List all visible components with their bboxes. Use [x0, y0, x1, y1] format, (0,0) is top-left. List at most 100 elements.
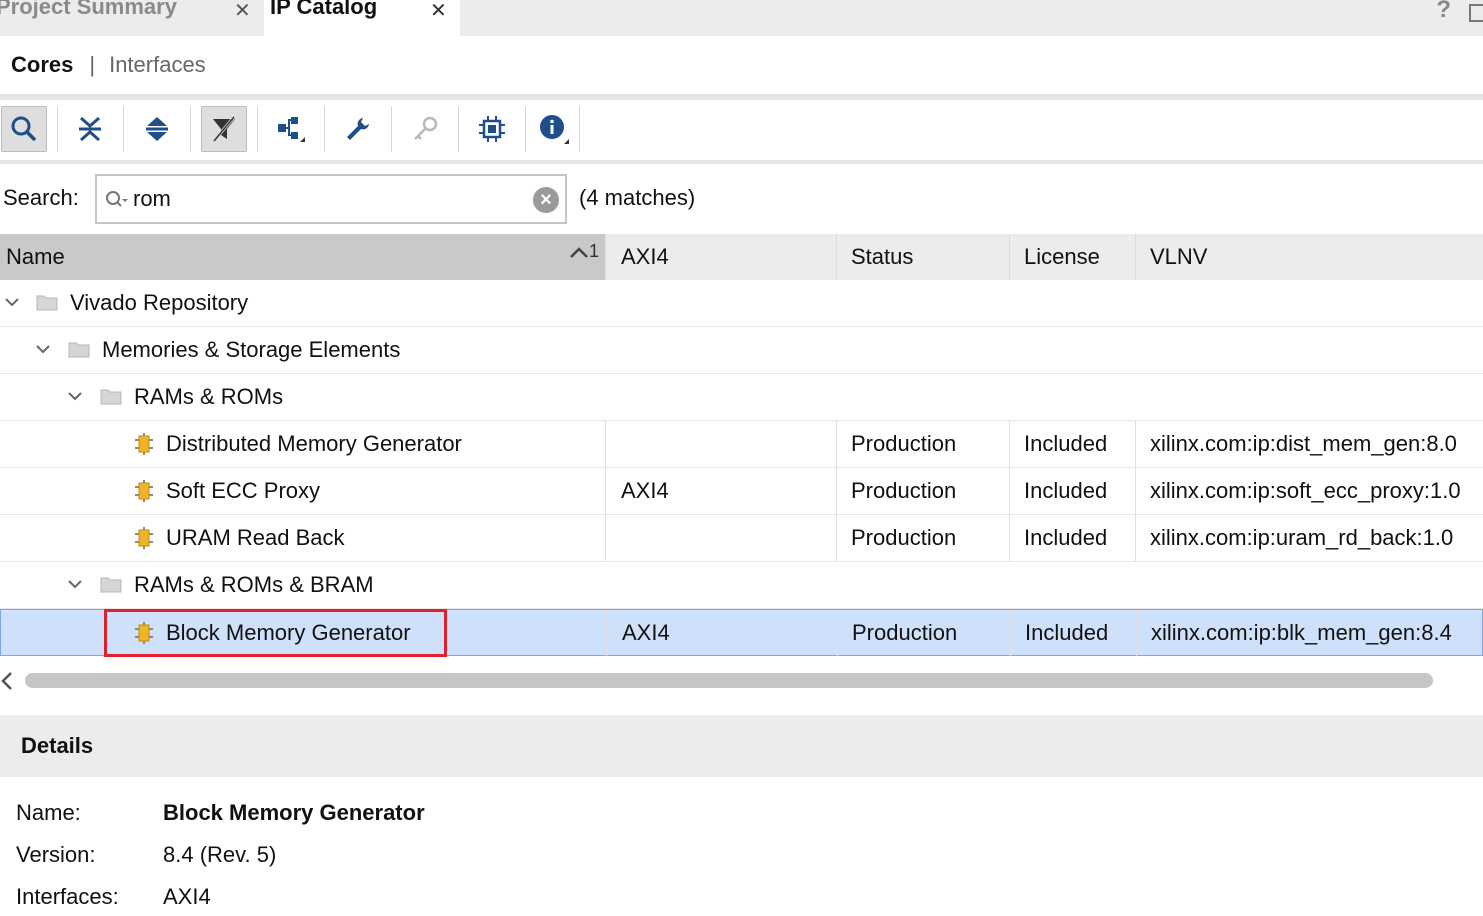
tab-label: IP Catalog — [270, 0, 378, 19]
maximize-icon[interactable] — [1469, 4, 1483, 22]
filter-icon — [212, 116, 236, 142]
name-cell: RAMs & ROMs & BRAM — [0, 562, 606, 608]
separator — [579, 106, 580, 152]
table-row[interactable]: Soft ECC Proxy AXI4 Production Included … — [0, 468, 1483, 515]
chevron-down-icon[interactable] — [67, 576, 83, 592]
search-icon — [11, 116, 37, 142]
folder-icon — [68, 342, 90, 358]
row-name: Memories & Storage Elements — [102, 337, 401, 362]
key-icon — [414, 116, 438, 140]
row-name: Vivado Repository — [70, 290, 249, 315]
hierarchy-icon — [278, 117, 305, 142]
toolbar — [0, 100, 1483, 160]
vlnv-cell: xilinx.com:ip:blk_mem_gen:8.4 — [1151, 620, 1452, 645]
name-cell: Soft ECC Proxy — [0, 468, 606, 514]
hierarchy-button[interactable] — [268, 106, 314, 152]
ip-core-icon — [135, 622, 153, 644]
row-name: URAM Read Back — [166, 525, 345, 550]
tab-separator: | — [89, 52, 96, 77]
table-row[interactable]: Memories & Storage Elements — [0, 327, 1483, 374]
row-name: Soft ECC Proxy — [166, 478, 321, 503]
info-button[interactable] — [531, 106, 577, 152]
clear-search-icon[interactable]: × — [533, 187, 559, 213]
table-row[interactable]: RAMs & ROMs & BRAM — [0, 562, 1483, 609]
row-name: RAMs & ROMs — [134, 384, 284, 409]
separator — [123, 106, 124, 152]
help-icon[interactable]: ? — [1436, 0, 1451, 24]
axi4-cell: AXI4 — [606, 468, 837, 514]
scrollbar-thumb[interactable] — [25, 673, 1433, 688]
table-row-selected[interactable]: Block Memory Generator AXI4 Production I… — [0, 609, 1483, 656]
chip-icon — [479, 116, 505, 142]
wrench-icon — [347, 118, 369, 140]
status-cell: Production — [837, 421, 1010, 467]
filter-button[interactable] — [201, 106, 247, 152]
vlnv-cell: xilinx.com:ip:soft_ecc_proxy:1.0 — [1150, 478, 1461, 503]
table-row[interactable]: Vivado Repository — [0, 280, 1483, 327]
separator — [458, 106, 459, 152]
details-interfaces-label: Interfaces: — [16, 884, 119, 909]
separator — [391, 106, 392, 152]
table-header: Name 1 AXI4 Status License VLNV — [0, 234, 1483, 280]
row-name: RAMs & ROMs & BRAM — [134, 572, 374, 597]
chevron-down-icon[interactable] — [67, 388, 83, 404]
column-header-status[interactable]: Status — [837, 234, 1010, 280]
license-button[interactable] — [402, 106, 448, 152]
details-header: Details — [0, 715, 1483, 777]
axi4-cell — [606, 515, 837, 561]
details-name-label: Name: — [16, 800, 81, 825]
row-name: Block Memory Generator — [166, 620, 411, 645]
ip-settings-button[interactable] — [469, 106, 515, 152]
sort-order: 1 — [588, 241, 599, 261]
column-header-vlnv[interactable]: VLNV — [1136, 234, 1483, 280]
separator — [190, 106, 191, 152]
close-icon[interactable]: ✕ — [430, 0, 447, 23]
editor-tab-strip: Project Summary ✕ IP Catalog ✕ ? — [0, 0, 1483, 36]
details-interfaces-value: AXI4 — [163, 884, 211, 909]
details-name-value: Block Memory Generator — [163, 800, 425, 825]
column-header-axi4[interactable]: AXI4 — [606, 234, 837, 280]
license-cell: Included — [1010, 515, 1136, 561]
search-button[interactable] — [1, 106, 47, 152]
name-cell: URAM Read Back — [0, 515, 606, 561]
tab-ip-catalog[interactable]: IP Catalog ✕ — [264, 0, 460, 36]
column-header-label: Name — [6, 244, 65, 269]
tab-project-summary[interactable]: Project Summary ✕ — [0, 0, 260, 36]
tab-cores[interactable]: Cores — [11, 52, 73, 78]
search-label: Search: — [3, 185, 79, 210]
sort-indicator: 1 — [569, 228, 599, 274]
search-field[interactable]: × — [95, 174, 567, 224]
license-cell: Included — [1010, 421, 1136, 467]
column-header-name[interactable]: Name 1 — [0, 234, 606, 280]
column-header-license[interactable]: License — [1010, 234, 1136, 280]
search-input[interactable] — [133, 184, 523, 214]
separator — [324, 106, 325, 152]
name-cell: Vivado Repository — [0, 280, 606, 326]
chevron-left-icon[interactable] — [0, 670, 14, 692]
table-row[interactable]: RAMs & ROMs — [0, 374, 1483, 421]
details-title: Details — [21, 733, 94, 758]
separator — [525, 106, 526, 152]
expand-all-icon — [146, 117, 168, 141]
match-count: (4 matches) — [579, 185, 696, 210]
chevron-down-icon[interactable] — [4, 294, 20, 310]
table-row[interactable]: URAM Read Back Production Included xilin… — [0, 515, 1483, 562]
license-cell: Included — [1011, 610, 1137, 656]
close-icon[interactable]: ✕ — [234, 0, 251, 23]
table-row[interactable]: Distributed Memory Generator Production … — [0, 421, 1483, 468]
details-version-value: 8.4 (Rev. 5) — [163, 842, 277, 867]
collapse-all-button[interactable] — [67, 106, 113, 152]
license-cell: Included — [1010, 468, 1136, 514]
expand-all-button[interactable] — [134, 106, 180, 152]
separator — [257, 106, 258, 152]
name-cell: Distributed Memory Generator — [0, 421, 606, 467]
tab-interfaces[interactable]: Interfaces — [109, 52, 206, 78]
horizontal-scrollbar[interactable] — [0, 668, 1483, 694]
search-icon — [106, 191, 128, 207]
tab-label: Project Summary — [0, 0, 177, 19]
name-cell: RAMs & ROMs — [0, 374, 606, 420]
search-row: Search: × (4 matches) — [0, 164, 1483, 234]
axi4-cell — [606, 421, 837, 467]
chevron-down-icon[interactable] — [35, 341, 51, 357]
customize-button[interactable] — [335, 106, 381, 152]
